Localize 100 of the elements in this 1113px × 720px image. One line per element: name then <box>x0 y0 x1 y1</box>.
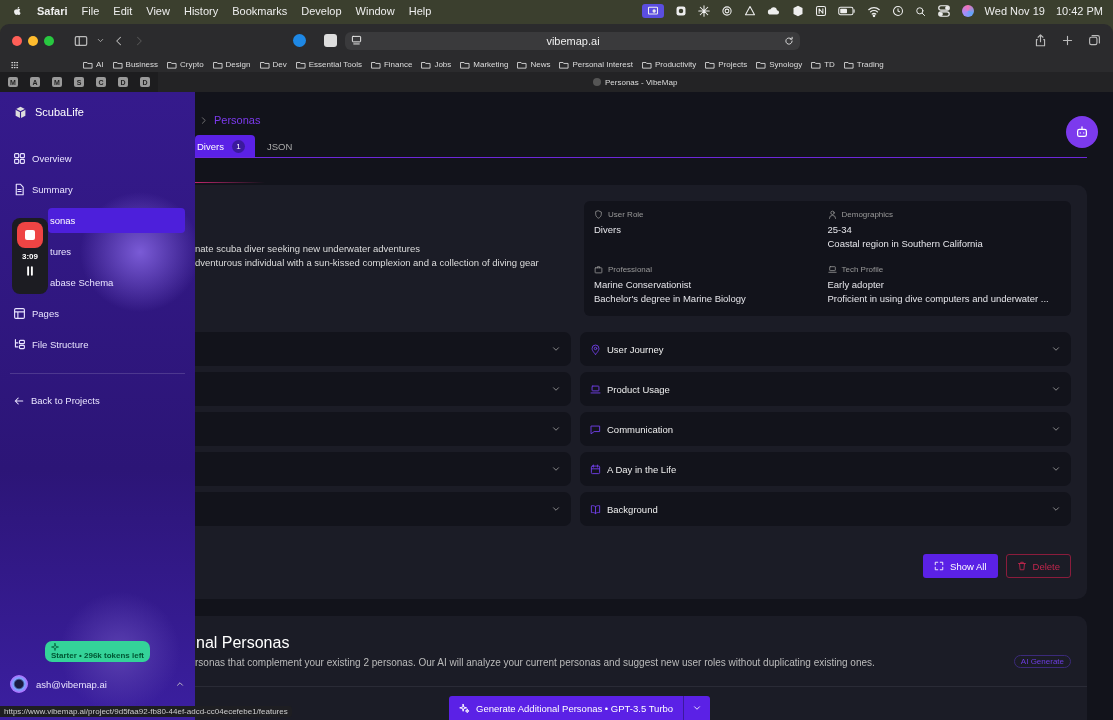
bookmark-folder[interactable]: Dev <box>259 59 287 70</box>
menu-item[interactable]: File <box>81 5 100 17</box>
menu-item[interactable]: History <box>183 5 219 17</box>
sidebar-item[interactable]: File Structure <box>10 332 185 357</box>
section-description: rsonas that complement your existing 2 personas. Our AI will analyze your current personas and suggest new user roles without duplicating existing ones. <box>195 657 875 668</box>
folder-icon <box>460 59 471 70</box>
folder-icon <box>641 59 652 70</box>
bookmark-folder[interactable]: TD <box>811 59 835 70</box>
menubar-time[interactable]: 10:42 PM <box>1055 5 1103 17</box>
chevron-icon <box>551 424 561 434</box>
info-value: Divers <box>594 224 622 235</box>
expand-icon <box>934 561 945 571</box>
chevron-icon <box>551 384 561 394</box>
bookmark-folder[interactable]: News <box>517 59 551 70</box>
info-value: Early adopter <box>827 279 885 290</box>
extension-icon[interactable] <box>293 34 306 47</box>
bookmark-folder[interactable]: Synology <box>756 59 803 70</box>
bookmark-folder[interactable]: Marketing <box>460 59 509 70</box>
bookmark-folder[interactable]: Finance <box>370 59 413 70</box>
bookmark-folder[interactable]: AI <box>83 59 104 70</box>
menu-item[interactable]: Edit <box>113 5 133 17</box>
document-icon <box>13 183 26 196</box>
folder-icon <box>212 59 223 70</box>
assistant-button[interactable] <box>1066 116 1098 148</box>
favicon-icon <box>593 78 601 86</box>
plan-badge: Starter • 296k tokens left <box>44 641 151 662</box>
close-button[interactable] <box>12 35 22 46</box>
tab-title[interactable]: Personas - VibeMap <box>605 77 678 87</box>
notion-icon <box>814 5 827 17</box>
menu-item[interactable]: Window <box>355 5 395 17</box>
back-link[interactable]: Back to Projects <box>10 388 185 413</box>
apps-grid-icon <box>10 59 20 70</box>
avatar[interactable] <box>10 675 28 693</box>
menubar-date[interactable]: Wed Nov 19 <box>984 5 1045 17</box>
share-icon <box>1034 34 1047 47</box>
knot-icon <box>720 5 733 17</box>
info-value: Marine Conservationist <box>594 279 693 290</box>
record-icon <box>674 5 687 17</box>
sidebar-toggle-icon <box>74 33 88 48</box>
tab[interactable]: JSON <box>254 135 303 157</box>
accordion-panel[interactable]: Background <box>580 492 1071 526</box>
chevron-right-icon <box>199 115 208 125</box>
menu-item[interactable]: Bookmarks <box>232 5 288 17</box>
sidebar-item[interactable]: Pages <box>10 301 185 326</box>
screen-share-icon[interactable] <box>641 4 664 18</box>
chevron-icon <box>1051 424 1061 434</box>
chevron-icon <box>1051 504 1061 514</box>
grid-icon <box>13 152 26 165</box>
folder-icon <box>559 59 570 70</box>
folder-icon <box>370 59 381 70</box>
folder-icon <box>811 59 822 70</box>
zoom-button[interactable] <box>44 35 54 46</box>
bookmark-folder[interactable]: Personal Interest <box>559 59 633 70</box>
siri-icon[interactable] <box>961 5 974 17</box>
info-value: Bachelor's degree in Marine Biology <box>594 293 747 304</box>
bookmark-folder[interactable]: Essential Tools <box>295 59 362 70</box>
address-bar[interactable]: vibemap.ai <box>345 31 800 50</box>
stop-button[interactable] <box>17 222 43 248</box>
accordion-panel[interactable]: A Day in the Life <box>580 452 1071 486</box>
folder-icon <box>756 59 767 70</box>
sidebar-item[interactable]: abase Schema <box>48 270 185 295</box>
info-label: Tech Profile <box>841 265 884 274</box>
user-email[interactable]: ash@vibemap.ai <box>36 678 107 690</box>
show-all-button[interactable]: Show All <box>923 554 998 578</box>
caret-icon <box>692 703 703 713</box>
app-menu[interactable]: Safari <box>37 5 68 17</box>
sidebar-item[interactable]: sonas <box>48 208 185 233</box>
briefcase-icon <box>594 265 603 274</box>
folder-icon <box>167 59 178 70</box>
accordion-panel[interactable]: Communication <box>580 412 1071 446</box>
extension-icon[interactable] <box>324 34 337 47</box>
count-badge: 1 <box>231 139 245 153</box>
minimize-button[interactable] <box>28 35 38 46</box>
tabs-overview-icon <box>1088 34 1101 47</box>
menu-item[interactable]: View <box>146 5 170 17</box>
logo-icon <box>14 105 27 119</box>
menu-item[interactable]: Develop <box>301 5 342 17</box>
sidebar-item[interactable]: tures <box>48 239 185 264</box>
sidebar-item[interactable]: Summary <box>10 177 185 202</box>
accordion-panel[interactable]: Product Usage <box>580 372 1071 406</box>
bookmark-folder[interactable]: Trading <box>843 59 884 70</box>
info-label: Professional <box>608 265 653 274</box>
bookmark-folder[interactable]: Crypto <box>167 59 204 70</box>
chevron-icon <box>551 344 561 354</box>
folder-icon <box>843 59 854 70</box>
info-label: User Role <box>608 210 644 219</box>
bookmark-folder[interactable]: Projects <box>705 59 748 70</box>
bookmark-folder[interactable]: Productivity <box>641 59 697 70</box>
clock-icon <box>891 5 904 17</box>
bookmark-folder[interactable]: Design <box>212 59 251 70</box>
info-value: Coastal region in Southern California <box>827 238 984 249</box>
tab[interactable]: Divers 1 <box>195 135 255 157</box>
menu-item[interactable]: Help <box>408 5 432 17</box>
control-center-icon <box>936 4 951 18</box>
bookmark-folder[interactable]: Business <box>112 59 159 70</box>
bookmark-folder[interactable]: Jobs <box>421 59 452 70</box>
burst-icon <box>697 5 710 17</box>
sidebar-item[interactable]: Overview <box>10 146 185 171</box>
accordion-panel[interactable]: User Journey <box>580 332 1071 366</box>
caret-up-icon <box>175 679 185 689</box>
